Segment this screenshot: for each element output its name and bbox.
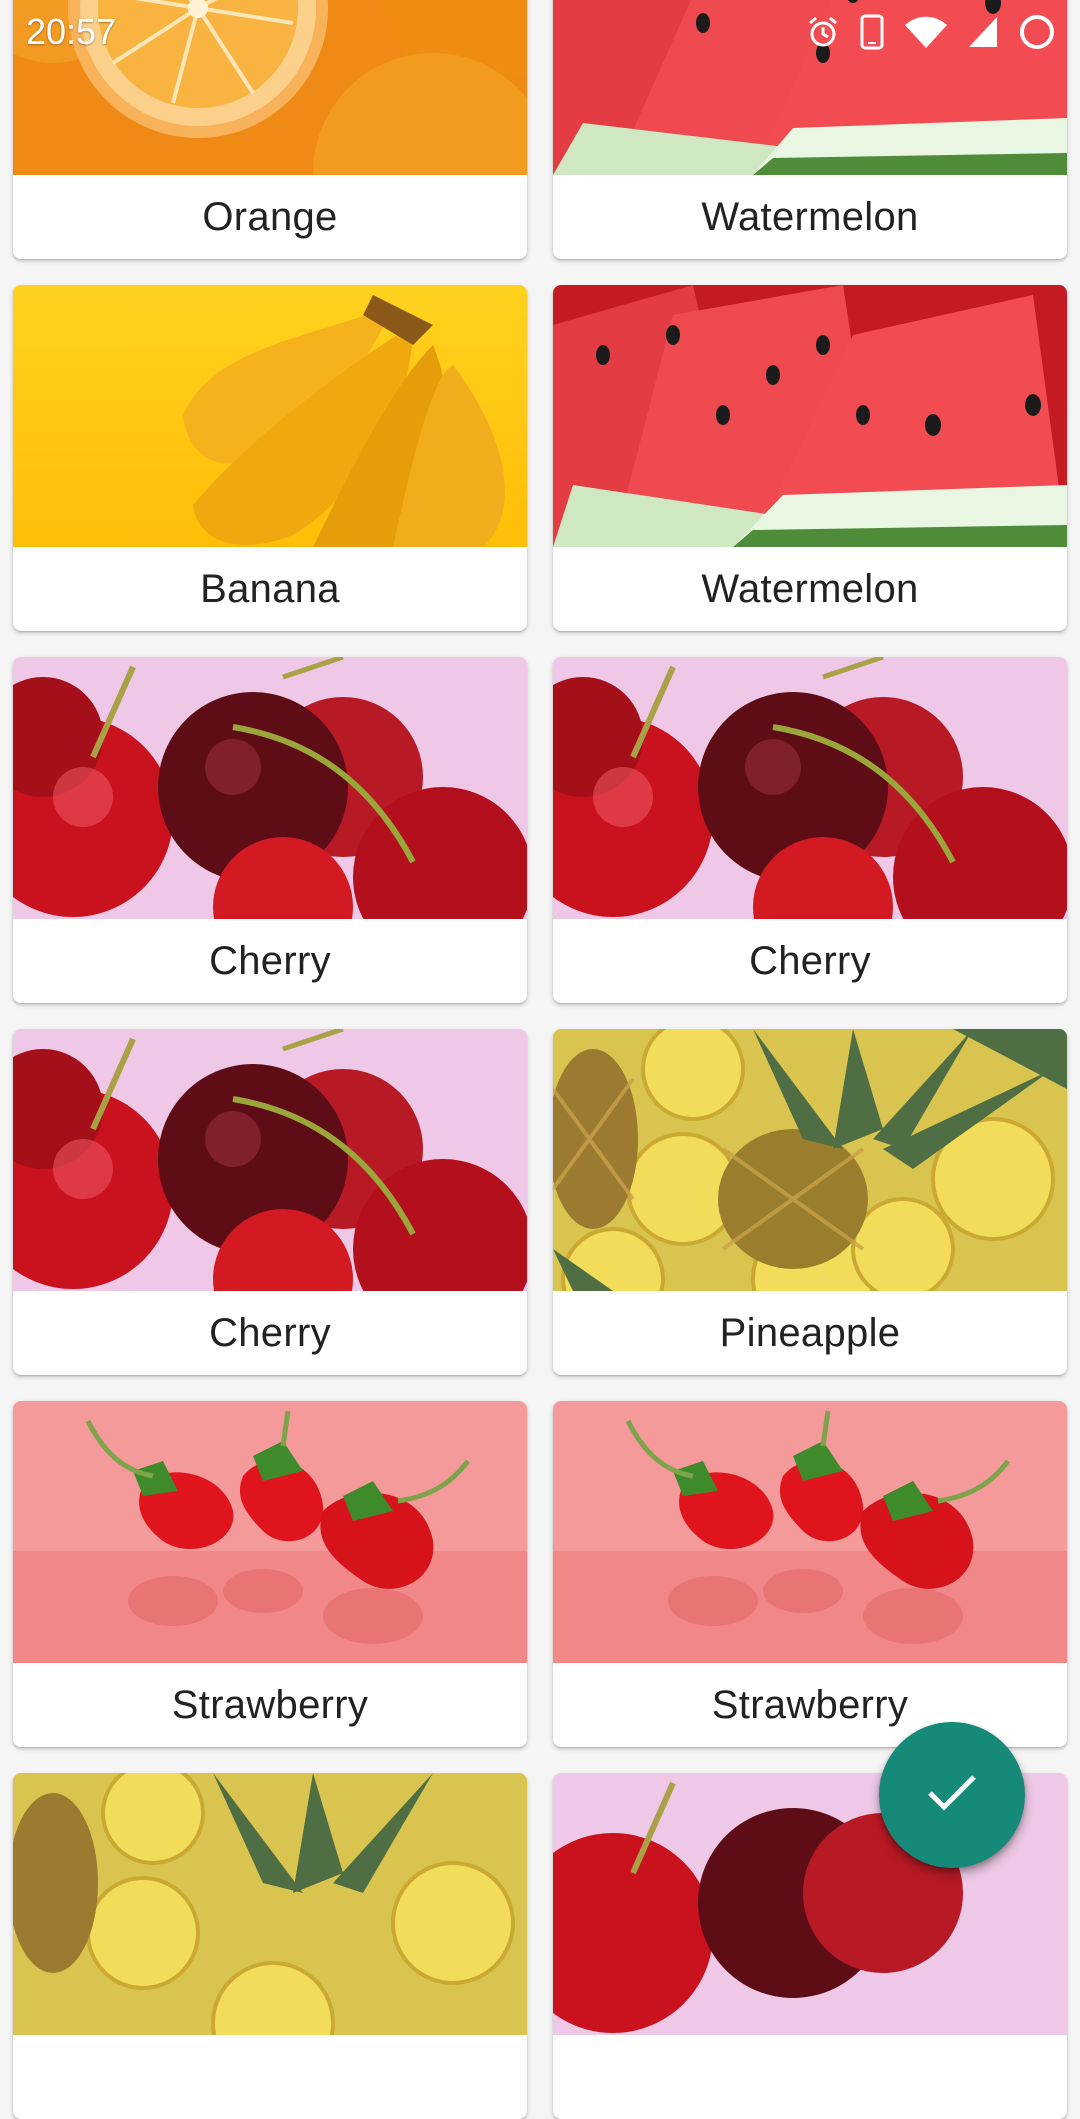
banana-photo xyxy=(13,285,527,547)
fruit-name: Watermelon xyxy=(701,194,919,239)
status-bar: 20:57 xyxy=(0,0,1080,63)
fruit-name: Cherry xyxy=(209,1310,331,1355)
pineapple-photo xyxy=(13,1773,527,2035)
phone-outline-icon xyxy=(860,14,884,50)
confirm-fab-button[interactable] xyxy=(879,1722,1025,1868)
fruit-name: Pineapple xyxy=(719,1310,901,1355)
fruit-card[interactable]: Cherry xyxy=(553,657,1067,1003)
strawberry-photo xyxy=(13,1401,527,1663)
fruit-card[interactable]: Cherry xyxy=(13,1029,527,1375)
battery-ring-icon xyxy=(1018,13,1056,51)
strawberry-photo xyxy=(553,1401,1067,1663)
alarm-icon xyxy=(806,15,840,49)
fruit-name: Banana xyxy=(200,566,340,611)
status-icons xyxy=(806,13,1056,51)
fruit-card[interactable]: Pineapple xyxy=(553,1029,1067,1375)
fruit-name xyxy=(13,2035,527,2119)
wifi-icon xyxy=(904,15,948,49)
fruit-card[interactable]: Watermelon xyxy=(553,285,1067,631)
fruit-card[interactable]: Cherry xyxy=(13,657,527,1003)
cherry-photo xyxy=(553,657,1067,919)
fruit-name: Watermelon xyxy=(701,566,919,611)
cherry-photo xyxy=(13,657,527,919)
fruit-name xyxy=(553,2035,1067,2119)
cherry-photo xyxy=(13,1029,527,1291)
status-time: 20:57 xyxy=(26,10,117,52)
fruit-card[interactable]: Strawberry xyxy=(553,1401,1067,1747)
fruit-card[interactable]: Strawberry xyxy=(13,1401,527,1747)
fruit-name: Cherry xyxy=(209,938,331,983)
cell-signal-icon xyxy=(968,16,998,48)
fruit-card[interactable] xyxy=(13,1773,527,2119)
fruit-card[interactable]: Banana xyxy=(13,285,527,631)
watermelon-photo xyxy=(553,285,1067,547)
fruit-name: Strawberry xyxy=(171,1682,369,1727)
check-icon xyxy=(926,1773,978,1818)
fruit-name: Orange xyxy=(202,194,338,239)
fruit-name: Cherry xyxy=(749,938,871,983)
pineapple-photo xyxy=(553,1029,1067,1291)
